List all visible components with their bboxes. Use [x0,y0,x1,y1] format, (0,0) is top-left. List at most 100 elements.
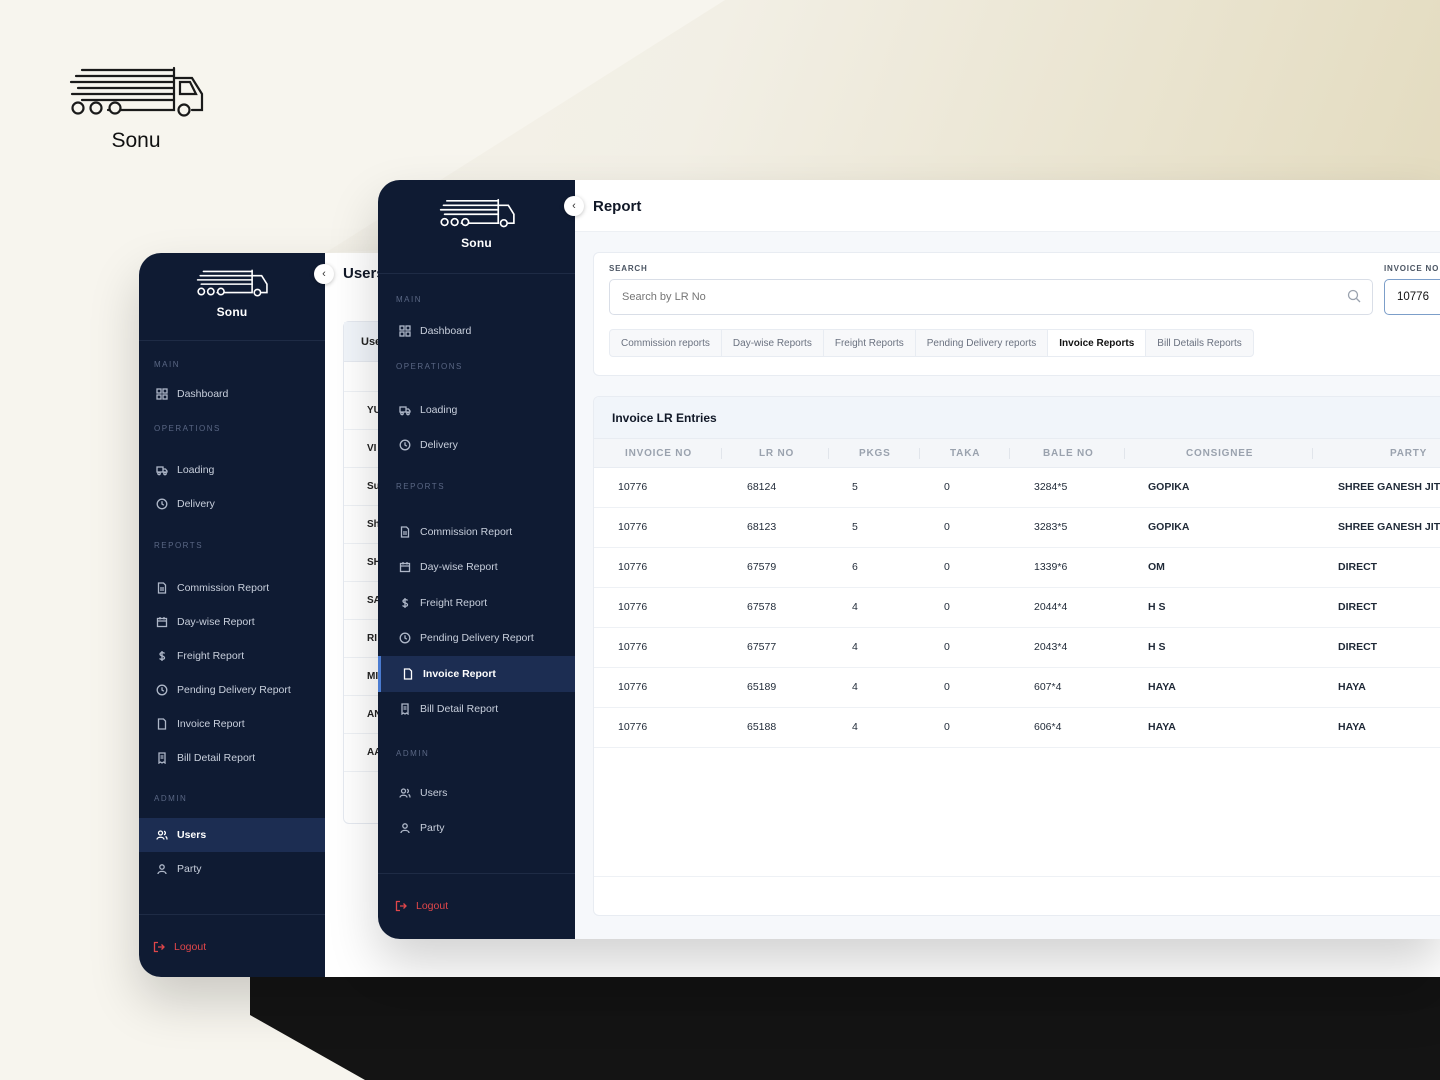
table-row[interactable]: 10776 68124 5 0 3284*5 GOPIKA SHREE GANESH JIT… [594,468,1440,508]
sidebar-item-bill-detail-report[interactable]: Bill Detail Report [139,741,325,775]
sidebar-item-label: Day-wise Report [177,616,255,628]
table-row[interactable]: 10776 67578 4 0 2044*4 H S DIRECT [594,588,1440,628]
sidebar-item-loading[interactable]: Loading [139,453,325,487]
report-window: Sonu MAIN Dashboard OPERATIONS Loading D… [378,180,1440,939]
column-header-party[interactable]: PARTY [1390,448,1427,459]
sidebar-item-commission-report[interactable]: Commission Report [378,514,575,550]
logout-icon [153,941,165,953]
sidebar-item-freight-report[interactable]: Freight Report [378,585,575,621]
calendar-icon [156,617,168,628]
tab-pending-delivery-reports[interactable]: Pending Delivery reports [916,330,1049,356]
sidebar-item-delivery[interactable]: Delivery [378,427,575,462]
sidebar-item-day-wise-report[interactable]: Day-wise Report [139,605,325,639]
cell-pkgs: 5 [852,481,858,493]
column-header-taka[interactable]: TAKA [950,448,980,459]
cell-bale-no: 2044*4 [1034,601,1068,613]
cell-taka: 0 [944,561,950,573]
column-header-pkgs[interactable]: PKGS [859,448,891,459]
users-icon [156,830,168,840]
cell-taka: 0 [944,721,950,733]
sidebar-item-day-wise-report[interactable]: Day-wise Report [378,550,575,586]
column-divider [919,448,920,459]
invoice-no-input[interactable] [1384,279,1440,315]
cell-taka: 0 [944,641,950,653]
sidebar-item-label: Pending Delivery Report [420,632,534,645]
cell-pkgs: 4 [852,641,858,653]
table-footer [594,876,1440,877]
collapse-sidebar-button[interactable]: ‹ [564,196,584,216]
cell-lr-no: 65189 [747,681,777,693]
tab-freight-reports[interactable]: Freight Reports [824,330,916,356]
cell-bale-no: 606*4 [1034,721,1062,733]
clock-icon [156,684,168,696]
section-admin: ADMIN [396,749,430,758]
report-tabs: Commission reports Day-wise Reports Frei… [609,329,1254,357]
sidebar-item-pending-delivery-report[interactable]: Pending Delivery Report [139,673,325,707]
sidebar-item-label: Commission Report [177,582,270,594]
user-icon [400,822,410,833]
sidebar-item-dashboard[interactable]: Dashboard [378,318,575,344]
logout-button[interactable]: Logout [395,898,448,914]
table-row[interactable]: 10776 65188 4 0 606*4 HAYA HAYA [594,708,1440,748]
table-row[interactable]: 10776 68123 5 0 3283*5 GOPIKA SHREE GANESH JIT… [594,508,1440,548]
sidebar-item-invoice-report[interactable]: Invoice Report [139,707,325,741]
table-row[interactable]: 10776 67579 6 0 1339*6 OM DIRECT [594,548,1440,588]
search-input[interactable] [609,279,1373,315]
sidebar-item-bill-detail-report[interactable]: Bill Detail Report [378,692,575,728]
main-content: Report SEARCH INVOICE NO Commission repo… [575,180,1440,939]
file-icon [157,582,167,594]
table-row[interactable]: 10776 67577 4 0 2043*4 H S DIRECT [594,628,1440,668]
column-header-consignee[interactable]: CONSIGNEE [1186,448,1253,459]
cell-invoice-no: 10776 [618,481,648,493]
sidebar-item-users[interactable]: Users [139,818,325,852]
sidebar-item-label: Users [420,786,448,799]
sidebar-item-users[interactable]: Users [378,775,575,810]
cell-bale-no: 3283*5 [1034,521,1068,533]
sidebar-item-invoice-report[interactable]: Invoice Report [378,656,575,692]
sidebar-item-party[interactable]: Party [378,810,575,845]
cell-invoice-no: 10776 [618,601,648,613]
logout-button[interactable]: Logout [153,939,206,955]
tab-commission-reports[interactable]: Commission reports [610,330,722,356]
tab-day-wise-reports[interactable]: Day-wise Reports [722,330,824,356]
sidebar-item-dashboard[interactable]: Dashboard [139,382,325,406]
section-reports: REPORTS [154,541,204,550]
cell-lr-no: 68124 [747,481,777,493]
table-header: INVOICE NO LR NO PKGS TAKA BALE NO CONSI… [594,439,1440,468]
cell-consignee: GOPIKA [1148,481,1190,493]
cell-consignee: OM [1148,561,1165,573]
chevron-left-icon: ‹ [322,268,326,280]
sidebar-item-label: Commission Report [420,525,513,538]
cell-lr-no: 67577 [747,641,777,653]
sidebar-item-freight-report[interactable]: Freight Report [139,639,325,673]
cell-taka: 0 [944,601,950,613]
users-icon [399,787,411,798]
column-header-invoice-no[interactable]: INVOICE NO [625,448,692,459]
sidebar-item-party[interactable]: Party [139,852,325,886]
table-row[interactable]: 10776 65189 4 0 607*4 HAYA HAYA [594,668,1440,708]
sidebar-item-label: Delivery [177,498,215,510]
sidebar-app-name: Sonu [461,236,492,250]
column-header-lr-no[interactable]: LR NO [759,448,794,459]
cell-pkgs: 4 [852,681,858,693]
sidebar-item-pending-delivery-report[interactable]: Pending Delivery Report [378,621,575,657]
cell-bale-no: 607*4 [1034,681,1062,693]
sidebar-item-label: Party [420,821,445,834]
column-header-bale-no[interactable]: BALE NO [1043,448,1094,459]
collapse-sidebar-button[interactable]: ‹ [314,264,334,284]
cell-party: SHREE GANESH JITU [1338,481,1440,493]
section-reports: REPORTS [396,482,446,491]
tab-invoice-reports[interactable]: Invoice Reports [1048,330,1147,356]
user-icon [157,864,167,875]
column-divider [721,448,722,459]
filter-card: SEARCH INVOICE NO Commission reports Day… [593,252,1440,376]
invoice-table-card: Invoice LR Entries INVOICE NO LR NO PKGS… [593,396,1440,916]
cell-bale-no: 3284*5 [1034,481,1068,493]
sidebar-item-commission-report[interactable]: Commission Report [139,571,325,605]
tab-bill-details-reports[interactable]: Bill Details Reports [1146,330,1252,356]
sidebar-item-loading[interactable]: Loading [378,392,575,427]
cell-invoice-no: 10776 [618,521,648,533]
cell-lr-no: 67578 [747,601,777,613]
clock-icon [156,498,168,510]
sidebar-item-delivery[interactable]: Delivery [139,487,325,521]
